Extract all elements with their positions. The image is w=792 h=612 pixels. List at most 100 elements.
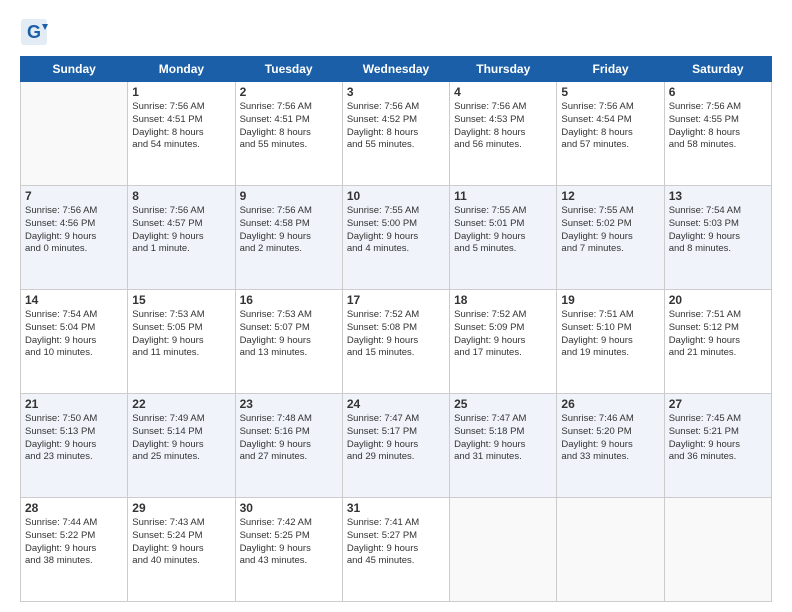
day-number: 8 [132,189,230,203]
calendar-week-row: 1 Sunrise: 7:56 AM Sunset: 4:51 PM Daylig… [21,82,772,186]
day-number: 1 [132,85,230,99]
day-number: 18 [454,293,552,307]
page: G SundayMondayTuesdayWednesdayThursdayFr… [0,0,792,612]
calendar-cell: 25Sunrise: 7:47 AM Sunset: 5:18 PM Dayli… [450,394,557,498]
calendar-cell: 14Sunrise: 7:54 AM Sunset: 5:04 PM Dayli… [21,290,128,394]
day-number: 3 [347,85,445,99]
day-number: 13 [669,189,767,203]
day-info: Sunrise: 7:55 AM Sunset: 5:01 PM Dayligh… [454,205,552,256]
calendar-cell [557,498,664,602]
day-number: 24 [347,397,445,411]
day-info: Sunrise: 7:49 AM Sunset: 5:14 PM Dayligh… [132,413,230,464]
calendar-cell: 16Sunrise: 7:53 AM Sunset: 5:07 PM Dayli… [235,290,342,394]
day-info: Sunrise: 7:56 AM Sunset: 4:56 PM Dayligh… [25,205,123,256]
calendar-cell: 8 Sunrise: 7:56 AM Sunset: 4:57 PM Daylig… [128,186,235,290]
day-info: Sunrise: 7:45 AM Sunset: 5:21 PM Dayligh… [669,413,767,464]
day-info: Sunrise: 7:56 AM Sunset: 4:51 PM Dayligh… [132,101,230,152]
day-number: 22 [132,397,230,411]
day-info: Sunrise: 7:43 AM Sunset: 5:24 PM Dayligh… [132,517,230,568]
calendar-cell: 6 Sunrise: 7:56 AM Sunset: 4:55 PM Daylig… [664,82,771,186]
day-info: Sunrise: 7:54 AM Sunset: 5:03 PM Dayligh… [669,205,767,256]
svg-text:G: G [27,22,41,42]
weekday-header: Saturday [664,57,771,82]
calendar-cell: 3 Sunrise: 7:56 AM Sunset: 4:52 PM Daylig… [342,82,449,186]
calendar-cell: 7 Sunrise: 7:56 AM Sunset: 4:56 PM Daylig… [21,186,128,290]
day-info: Sunrise: 7:52 AM Sunset: 5:08 PM Dayligh… [347,309,445,360]
calendar-week-row: 14Sunrise: 7:54 AM Sunset: 5:04 PM Dayli… [21,290,772,394]
day-number: 2 [240,85,338,99]
day-info: Sunrise: 7:56 AM Sunset: 4:57 PM Dayligh… [132,205,230,256]
day-info: Sunrise: 7:56 AM Sunset: 4:53 PM Dayligh… [454,101,552,152]
weekday-header: Friday [557,57,664,82]
logo: G [20,18,52,46]
calendar-cell: 23 Sunrise: 7:48 AM Sunset: 5:16 PM Dayli… [235,394,342,498]
day-number: 23 [240,397,338,411]
calendar-cell: 13 Sunrise: 7:54 AM Sunset: 5:03 PM Dayli… [664,186,771,290]
weekday-header: Wednesday [342,57,449,82]
day-number: 17 [347,293,445,307]
day-number: 11 [454,189,552,203]
day-info: Sunrise: 7:51 AM Sunset: 5:10 PM Dayligh… [561,309,659,360]
day-info: Sunrise: 7:56 AM Sunset: 4:52 PM Dayligh… [347,101,445,152]
calendar-cell: 4 Sunrise: 7:56 AM Sunset: 4:53 PM Daylig… [450,82,557,186]
calendar-cell: 22 Sunrise: 7:49 AM Sunset: 5:14 PM Dayli… [128,394,235,498]
day-number: 27 [669,397,767,411]
header: G [20,18,772,46]
calendar-cell: 28 Sunrise: 7:44 AM Sunset: 5:22 PM Dayli… [21,498,128,602]
weekday-header: Sunday [21,57,128,82]
calendar-cell: 31 Sunrise: 7:41 AM Sunset: 5:27 PM Dayli… [342,498,449,602]
calendar-cell: 19 Sunrise: 7:51 AM Sunset: 5:10 PM Dayli… [557,290,664,394]
calendar-cell: 30 Sunrise: 7:42 AM Sunset: 5:25 PM Dayli… [235,498,342,602]
day-info: Sunrise: 7:42 AM Sunset: 5:25 PM Dayligh… [240,517,338,568]
day-number: 20 [669,293,767,307]
day-info: Sunrise: 7:51 AM Sunset: 5:12 PM Dayligh… [669,309,767,360]
calendar-cell: 27 Sunrise: 7:45 AM Sunset: 5:21 PM Dayli… [664,394,771,498]
day-number: 16 [240,293,338,307]
day-info: Sunrise: 7:52 AM Sunset: 5:09 PM Dayligh… [454,309,552,360]
calendar-cell: 9Sunrise: 7:56 AM Sunset: 4:58 PM Daylig… [235,186,342,290]
calendar-cell: 10Sunrise: 7:55 AM Sunset: 5:00 PM Dayli… [342,186,449,290]
day-info: Sunrise: 7:56 AM Sunset: 4:55 PM Dayligh… [669,101,767,152]
day-info: Sunrise: 7:48 AM Sunset: 5:16 PM Dayligh… [240,413,338,464]
day-number: 30 [240,501,338,515]
day-number: 10 [347,189,445,203]
day-number: 12 [561,189,659,203]
calendar-cell: 15Sunrise: 7:53 AM Sunset: 5:05 PM Dayli… [128,290,235,394]
day-number: 21 [25,397,123,411]
day-number: 15 [132,293,230,307]
day-info: Sunrise: 7:56 AM Sunset: 4:58 PM Dayligh… [240,205,338,256]
calendar-cell: 21 Sunrise: 7:50 AM Sunset: 5:13 PM Dayli… [21,394,128,498]
calendar-week-row: 28 Sunrise: 7:44 AM Sunset: 5:22 PM Dayli… [21,498,772,602]
logo-icon: G [20,18,48,46]
day-number: 28 [25,501,123,515]
weekday-header-row: SundayMondayTuesdayWednesdayThursdayFrid… [21,57,772,82]
weekday-header: Monday [128,57,235,82]
calendar-cell: 29 Sunrise: 7:43 AM Sunset: 5:24 PM Dayli… [128,498,235,602]
day-number: 7 [25,189,123,203]
day-number: 6 [669,85,767,99]
calendar-week-row: 7 Sunrise: 7:56 AM Sunset: 4:56 PM Daylig… [21,186,772,290]
day-info: Sunrise: 7:47 AM Sunset: 5:17 PM Dayligh… [347,413,445,464]
calendar-cell: 2 Sunrise: 7:56 AM Sunset: 4:51 PM Daylig… [235,82,342,186]
calendar-cell: 1 Sunrise: 7:56 AM Sunset: 4:51 PM Daylig… [128,82,235,186]
day-number: 19 [561,293,659,307]
day-info: Sunrise: 7:47 AM Sunset: 5:18 PM Dayligh… [454,413,552,464]
day-number: 26 [561,397,659,411]
day-info: Sunrise: 7:50 AM Sunset: 5:13 PM Dayligh… [25,413,123,464]
day-info: Sunrise: 7:56 AM Sunset: 4:54 PM Dayligh… [561,101,659,152]
day-number: 29 [132,501,230,515]
day-number: 5 [561,85,659,99]
calendar-cell: 12 Sunrise: 7:55 AM Sunset: 5:02 PM Dayli… [557,186,664,290]
calendar-cell [664,498,771,602]
day-info: Sunrise: 7:56 AM Sunset: 4:51 PM Dayligh… [240,101,338,152]
day-number: 4 [454,85,552,99]
day-info: Sunrise: 7:41 AM Sunset: 5:27 PM Dayligh… [347,517,445,568]
day-info: Sunrise: 7:55 AM Sunset: 5:02 PM Dayligh… [561,205,659,256]
weekday-header: Thursday [450,57,557,82]
calendar-cell [450,498,557,602]
calendar-cell: 26Sunrise: 7:46 AM Sunset: 5:20 PM Dayli… [557,394,664,498]
day-number: 31 [347,501,445,515]
calendar-cell: 24 Sunrise: 7:47 AM Sunset: 5:17 PM Dayli… [342,394,449,498]
calendar-cell: 18 Sunrise: 7:52 AM Sunset: 5:09 PM Dayli… [450,290,557,394]
day-info: Sunrise: 7:44 AM Sunset: 5:22 PM Dayligh… [25,517,123,568]
